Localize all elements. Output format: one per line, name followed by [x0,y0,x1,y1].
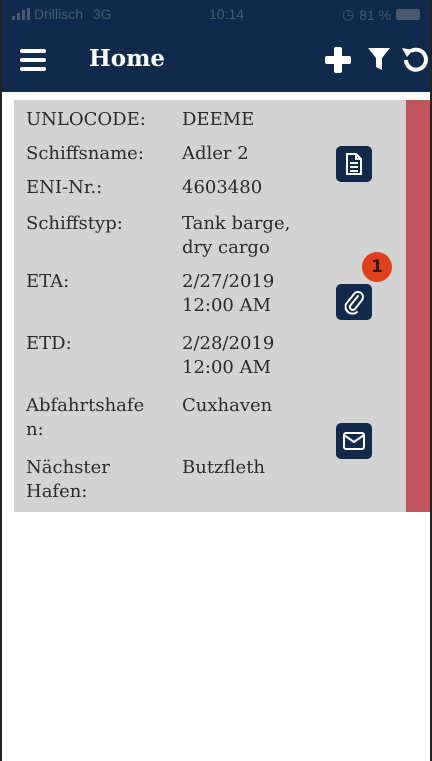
label-ship-name: Schiffsname: [26,143,144,164]
hamburger-icon[interactable] [20,49,46,71]
header-spacer [2,92,430,100]
status-strip [406,100,430,512]
value-departure-port: Cuxhaven [182,395,273,416]
refresh-icon[interactable] [399,46,429,74]
value-ship-type-line1: Tank barge, [182,213,291,234]
value-unlocode: DEEME [182,109,255,130]
vessel-card[interactable]: UNLOCODE: DEEME Schiffsname: Adler 2 ENI… [14,100,430,512]
battery-percent: 81 % [359,6,392,23]
carrier-name: Drillisch [34,6,83,22]
label-next-port-line2: Hafen: [26,481,88,502]
status-time: 10:14 [209,6,245,22]
app-header: Home [2,30,430,92]
value-eni: 4603480 [182,177,263,198]
label-next-port-line1: Nächster [26,457,110,478]
label-unlocode: UNLOCODE: [26,109,146,130]
status-bar: Drillisch 3G 10:14 ◷ 81 % [2,0,430,30]
label-departure-port-line2: n: [26,419,44,440]
label-etd: ETD: [26,333,72,354]
value-eta-time: 12:00 AM [182,295,272,316]
value-eta-date: 2/27/2019 [182,271,275,292]
label-departure-port-line1: Abfahrtshafe [26,395,145,416]
attachment-button[interactable] [336,284,372,320]
value-ship-name: Adler 2 [182,143,249,164]
alarm-icon: ◷ [342,6,355,22]
signal-icon [12,8,30,20]
label-ship-type: Schiffstyp: [26,213,123,234]
paperclip-icon [344,291,364,315]
value-etd-date: 2/28/2019 [182,333,275,354]
app-frame: Drillisch 3G 10:14 ◷ 81 % Home UNLOCODE:… [0,0,432,761]
filter-icon[interactable] [367,46,391,72]
label-eni: ENI-Nr.: [26,177,103,198]
value-ship-type-line2: dry cargo [182,237,270,258]
battery-icon [396,9,421,20]
document-button[interactable] [336,146,372,182]
page-title: Home [89,45,166,72]
document-icon [346,153,362,175]
mail-button[interactable] [336,423,372,459]
envelope-icon [343,432,365,450]
plus-icon[interactable] [324,46,352,74]
value-next-port: Butzfleth [182,457,266,478]
network-type: 3G [93,6,112,22]
battery-group: ◷ 81 % [342,6,421,23]
attachment-count-badge: 1 [362,252,392,282]
label-eta: ETA: [26,271,70,292]
carrier-group: Drillisch 3G [12,6,112,22]
value-etd-time: 12:00 AM [182,357,272,378]
